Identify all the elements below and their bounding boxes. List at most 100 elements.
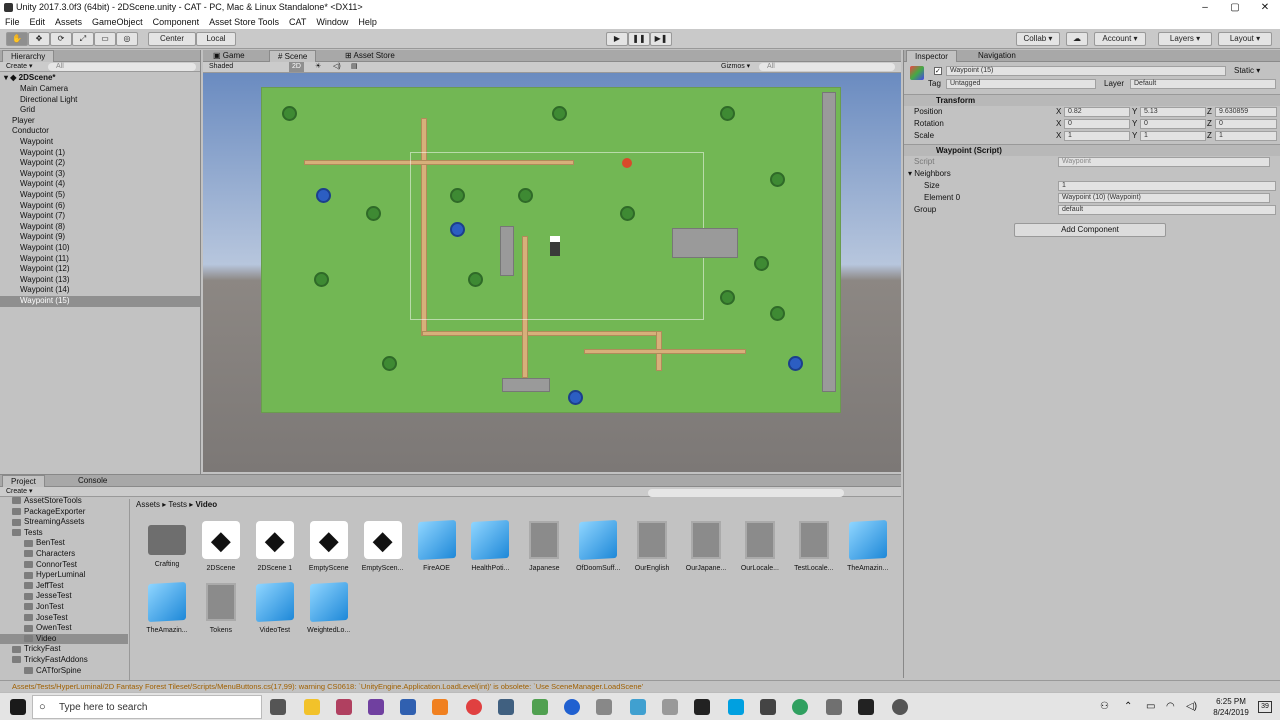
chrome-icon[interactable]	[466, 699, 482, 715]
breadcrumb-assets[interactable]: Assets	[136, 500, 160, 509]
hierarchy-item[interactable]: Waypoint (1)	[0, 148, 200, 159]
hierarchy-item[interactable]: Waypoint (13)	[0, 275, 200, 286]
gizmos-dropdown[interactable]: Gizmos ▾	[721, 62, 750, 72]
calculator-icon[interactable]	[760, 699, 776, 715]
project-tree-item[interactable]: Video	[0, 633, 128, 645]
console-status-bar[interactable]: Assets/Tests/HyperLuminal/2D Fantasy For…	[0, 680, 1280, 692]
terminal-icon[interactable]	[694, 699, 710, 715]
asset-item[interactable]: Crafting	[140, 521, 194, 581]
close-button[interactable]: ✕	[1250, 0, 1280, 15]
scale-x-field[interactable]: 1	[1064, 131, 1130, 141]
pivot-local-button[interactable]: Local	[196, 32, 236, 46]
asset-item[interactable]: VideoTest	[248, 582, 302, 643]
hierarchy-item[interactable]: Waypoint (4)	[0, 179, 200, 190]
shading-mode-dropdown[interactable]: Shaded	[209, 62, 233, 72]
project-tree-item[interactable]: JonTest	[0, 602, 128, 613]
element0-field[interactable]: Waypoint (10) (Waypoint)	[1058, 193, 1270, 203]
size-field[interactable]: 1	[1058, 181, 1276, 191]
hand-tool-icon[interactable]: ✋	[6, 32, 28, 46]
object-name-field[interactable]: Waypoint (15)	[946, 66, 1226, 76]
asset-item[interactable]: TheAmazin...	[841, 520, 895, 581]
windows-start-icon[interactable]	[10, 699, 26, 715]
layout-dropdown[interactable]: Layout ▾	[1218, 32, 1272, 46]
waypoint-script-header[interactable]: Waypoint (Script)	[904, 144, 1280, 156]
rotate-tool-icon[interactable]: ⟳	[50, 32, 72, 46]
breadcrumb-video[interactable]: Video	[195, 500, 217, 509]
tab-inspector[interactable]: Inspector	[906, 50, 957, 62]
tab-project[interactable]: Project	[2, 475, 45, 487]
menu-help[interactable]: Help	[353, 15, 382, 29]
project-tree-item[interactable]: JesseTest	[0, 591, 128, 602]
transform-header[interactable]: Transform	[904, 94, 1280, 106]
menu-asset-store-tools[interactable]: Asset Store Tools	[204, 15, 284, 29]
asset-item[interactable]: FireAOE	[410, 520, 464, 581]
neighbors-foldout[interactable]: ▾ Neighbors	[908, 169, 951, 179]
hierarchy-item[interactable]: Waypoint (15)	[0, 296, 200, 307]
effects-toggle-icon[interactable]: ▤	[351, 62, 358, 72]
tray-arrow-icon[interactable]: ⌃	[1124, 701, 1132, 712]
asset-item[interactable]: WeightedLo...	[302, 582, 356, 643]
static-dropdown[interactable]: Static ▾	[1234, 66, 1260, 76]
tab-navigation[interactable]: Navigation	[970, 50, 1024, 62]
active-checkbox[interactable]: ✓	[934, 67, 942, 75]
hierarchy-item[interactable]: Grid	[0, 105, 200, 116]
people-icon[interactable]: ⚇	[1100, 701, 1109, 712]
project-tree-item[interactable]: JoseTest	[0, 613, 128, 624]
rotation-y-field[interactable]: 0	[1140, 119, 1206, 129]
menu-window[interactable]: Window	[311, 15, 353, 29]
scene-search-input[interactable]: All	[759, 63, 895, 71]
battery-icon[interactable]: ▭	[1146, 701, 1155, 712]
hierarchy-item[interactable]: Waypoint (12)	[0, 264, 200, 275]
hierarchy-item[interactable]: Main Camera	[0, 84, 200, 95]
asset-item[interactable]: Japanese	[517, 521, 571, 581]
project-tree-item[interactable]: Tests	[0, 528, 128, 539]
tab-console[interactable]: Console	[70, 475, 115, 487]
app-icon[interactable]	[498, 699, 514, 715]
tab-hierarchy[interactable]: Hierarchy	[2, 50, 55, 62]
project-tree-item[interactable]: TrickyFast	[0, 644, 128, 655]
app-icon[interactable]	[400, 699, 416, 715]
app-icon[interactable]	[792, 699, 808, 715]
project-tree-item[interactable]: Characters	[0, 549, 128, 560]
hierarchy-item[interactable]: Waypoint (10)	[0, 243, 200, 254]
position-y-field[interactable]: 5.13	[1140, 107, 1206, 117]
scene-viewport[interactable]	[203, 73, 901, 472]
play-button[interactable]: ▶	[606, 32, 628, 46]
tab-asset-store[interactable]: ⊞ Asset Store	[337, 50, 403, 62]
asset-item[interactable]: 2DScene	[194, 521, 248, 581]
hierarchy-search-input[interactable]: All	[48, 63, 196, 71]
taskbar-search-input[interactable]: ○ Type here to search	[32, 695, 262, 719]
hierarchy-item[interactable]: Waypoint (11)	[0, 254, 200, 265]
hierarchy-item[interactable]: Conductor	[0, 126, 200, 137]
app-icon[interactable]	[662, 699, 678, 715]
hierarchy-item[interactable]: Waypoint (3)	[0, 169, 200, 180]
position-z-field[interactable]: 9.630859	[1215, 107, 1277, 117]
layers-dropdown[interactable]: Layers ▾	[1158, 32, 1212, 46]
scale-tool-icon[interactable]: ⤢	[72, 32, 94, 46]
rotation-z-field[interactable]: 0	[1215, 119, 1277, 129]
menu-file[interactable]: File	[0, 15, 25, 29]
asset-item[interactable]: OurJapane...	[679, 521, 733, 581]
hierarchy-item[interactable]: Waypoint (6)	[0, 201, 200, 212]
taskbar-clock[interactable]: 6:25 PM 8/24/2019	[1206, 696, 1256, 718]
menu-gameobject[interactable]: GameObject	[87, 15, 148, 29]
hierarchy-item[interactable]: Waypoint	[0, 137, 200, 148]
skype-icon[interactable]	[728, 699, 744, 715]
hierarchy-item[interactable]: Waypoint (7)	[0, 211, 200, 222]
asset-item[interactable]: OfDoomSuff...	[571, 520, 625, 581]
asset-item[interactable]: Tokens	[194, 583, 248, 643]
asset-item[interactable]: EmptyScen...	[356, 521, 410, 581]
pivot-center-button[interactable]: Center	[148, 32, 196, 46]
menu-cat[interactable]: CAT	[284, 15, 311, 29]
group-field[interactable]: default	[1058, 205, 1276, 215]
asset-item[interactable]: 2DScene 1	[248, 521, 302, 581]
add-component-button[interactable]: Add Component	[1014, 223, 1166, 237]
tab-game[interactable]: ▣ Game	[205, 50, 253, 62]
app-icon[interactable]	[630, 699, 646, 715]
project-tree-item[interactable]: PackageExporter	[0, 507, 128, 518]
app-icon[interactable]	[826, 699, 842, 715]
collab-button[interactable]: Collab ▾	[1016, 32, 1060, 46]
hierarchy-item[interactable]: Player	[0, 116, 200, 127]
network-icon[interactable]: ◠	[1166, 701, 1175, 712]
tag-dropdown[interactable]: Untagged	[946, 79, 1096, 89]
